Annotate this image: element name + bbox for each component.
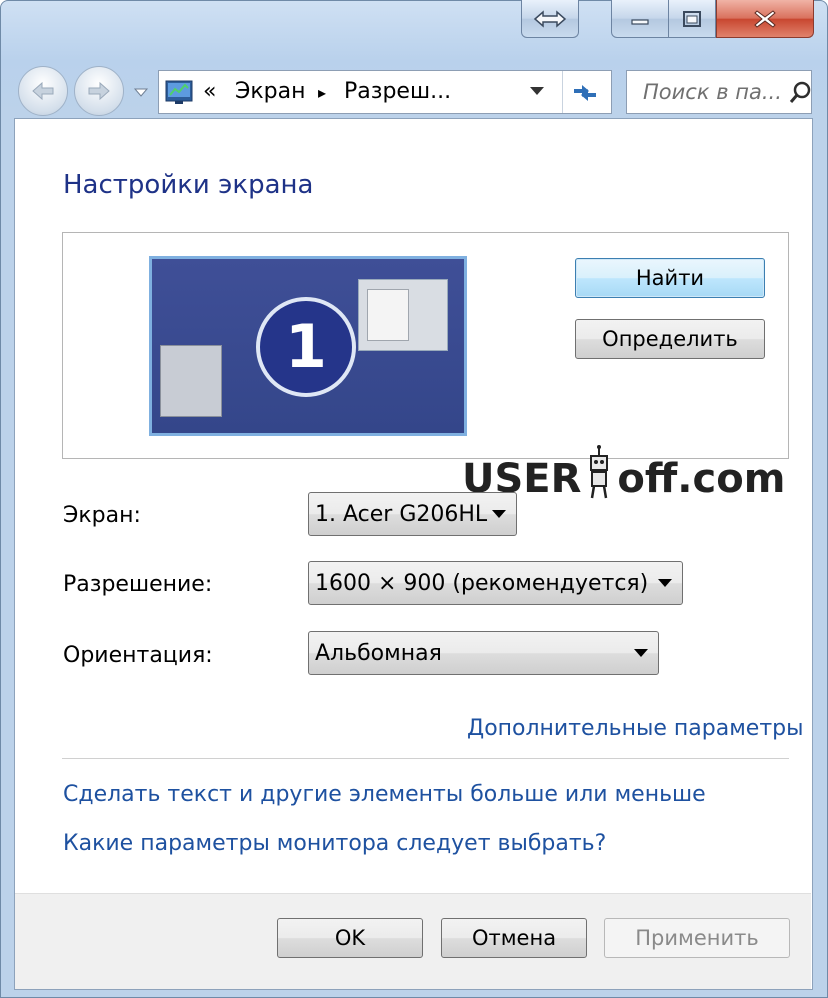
monitor-1[interactable]: 1 xyxy=(149,256,467,436)
identify-button[interactable]: Определить xyxy=(575,319,765,359)
address-dropdown-icon[interactable] xyxy=(529,85,545,97)
address-divider xyxy=(562,71,563,113)
address-bar[interactable]: « Экран ▸ Разреш... xyxy=(158,70,612,114)
ok-button[interactable]: OK xyxy=(277,918,423,958)
close-button[interactable] xyxy=(716,0,814,38)
forward-arrow-icon xyxy=(88,81,110,101)
chevron-down-icon xyxy=(658,579,672,587)
which-settings-link[interactable]: Какие параметры монитора следует выбрать… xyxy=(63,831,606,856)
divider xyxy=(62,758,789,759)
mini-start-menu-icon xyxy=(160,345,222,417)
page-title: Настройки экрана xyxy=(63,170,314,200)
advanced-settings-link[interactable]: Дополнительные параметры xyxy=(467,716,804,741)
breadcrumb-item-resolution[interactable]: Разреш... xyxy=(344,79,451,104)
search-icon[interactable] xyxy=(789,81,811,105)
chevron-down-icon xyxy=(634,649,648,657)
screen-select[interactable]: 1. Acer G206HL xyxy=(308,492,517,536)
maximize-button[interactable] xyxy=(668,0,716,38)
breadcrumb-item-screen[interactable]: Экран xyxy=(235,79,305,104)
search-box[interactable]: Поиск в па... xyxy=(626,70,812,114)
minimize-button[interactable] xyxy=(611,0,669,38)
apply-button[interactable]: Применить xyxy=(604,918,790,958)
history-dropdown-icon[interactable] xyxy=(133,84,149,100)
monitor-number: 1 xyxy=(256,297,356,397)
minimize-icon xyxy=(631,18,649,25)
resize-horizontal-icon xyxy=(533,9,567,28)
text-size-link[interactable]: Сделать текст и другие элементы больше и… xyxy=(63,782,706,807)
resolution-label: Разрешение: xyxy=(63,572,213,597)
back-arrow-icon xyxy=(32,81,54,101)
screen-value: 1. Acer G206HL xyxy=(315,502,488,527)
resolution-value: 1600 × 900 (рекомендуется) xyxy=(315,571,649,596)
orientation-label: Ориентация: xyxy=(63,643,213,668)
snap-button[interactable] xyxy=(521,0,579,38)
find-button[interactable]: Найти xyxy=(575,258,765,298)
watermark-right: off.com xyxy=(617,456,786,502)
breadcrumb-separator-icon[interactable]: ▸ xyxy=(318,83,326,102)
close-icon xyxy=(754,9,776,28)
screen-label: Экран: xyxy=(63,503,141,528)
breadcrumb-overflow[interactable]: « xyxy=(203,79,216,104)
cancel-button[interactable]: Отмена xyxy=(441,918,587,958)
mini-window-icon xyxy=(358,279,448,351)
chevron-down-icon xyxy=(492,510,506,518)
search-input[interactable]: Поиск в па... xyxy=(643,80,782,104)
control-panel-icon xyxy=(165,80,193,104)
maximize-icon xyxy=(683,10,701,27)
robot-icon xyxy=(590,445,609,499)
orientation-select[interactable]: Альбомная xyxy=(308,631,659,675)
forward-button[interactable] xyxy=(74,66,124,116)
back-button[interactable] xyxy=(18,66,68,116)
resolution-select[interactable]: 1600 × 900 (рекомендуется) xyxy=(308,561,683,605)
orientation-value: Альбомная xyxy=(315,641,442,666)
refresh-icon[interactable] xyxy=(569,79,601,107)
